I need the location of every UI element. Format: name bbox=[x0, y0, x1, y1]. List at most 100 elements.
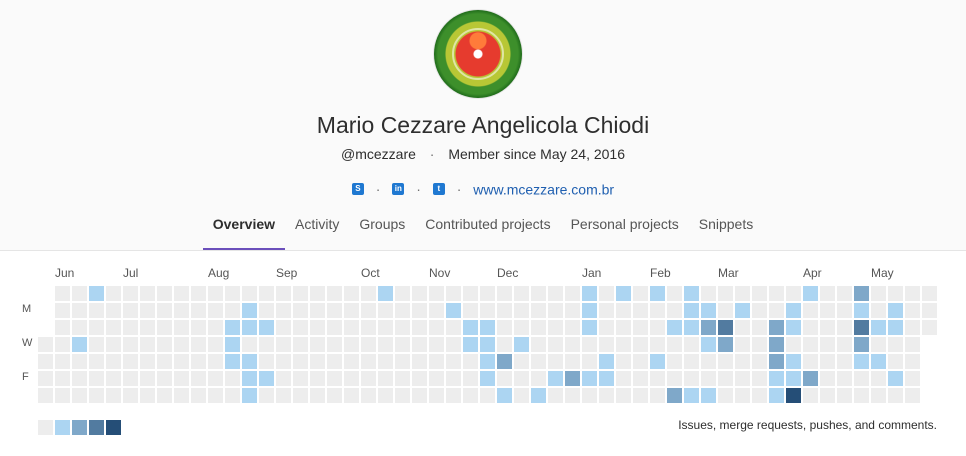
calendar-day-cell[interactable] bbox=[361, 303, 376, 318]
calendar-day-cell[interactable] bbox=[871, 303, 886, 318]
calendar-day-cell[interactable] bbox=[72, 320, 87, 335]
calendar-day-cell[interactable] bbox=[446, 354, 461, 369]
calendar-day-cell[interactable] bbox=[854, 388, 869, 403]
calendar-day-cell[interactable] bbox=[837, 303, 852, 318]
calendar-day-cell[interactable] bbox=[769, 371, 784, 386]
calendar-day-cell[interactable] bbox=[293, 371, 308, 386]
calendar-day-cell[interactable] bbox=[497, 303, 512, 318]
calendar-day-cell[interactable] bbox=[327, 286, 342, 301]
calendar-day-cell[interactable] bbox=[429, 337, 444, 352]
calendar-day-cell[interactable] bbox=[514, 286, 529, 301]
calendar-day-cell[interactable] bbox=[752, 371, 767, 386]
calendar-day-cell[interactable] bbox=[497, 371, 512, 386]
calendar-day-cell[interactable] bbox=[769, 388, 784, 403]
calendar-day-cell[interactable] bbox=[225, 286, 240, 301]
calendar-day-cell[interactable] bbox=[463, 303, 478, 318]
calendar-day-cell[interactable] bbox=[497, 286, 512, 301]
calendar-day-cell[interactable] bbox=[89, 337, 104, 352]
calendar-day-cell[interactable] bbox=[480, 303, 495, 318]
calendar-day-cell[interactable] bbox=[531, 337, 546, 352]
calendar-day-cell[interactable] bbox=[701, 354, 716, 369]
calendar-day-cell[interactable] bbox=[361, 371, 376, 386]
calendar-day-cell[interactable] bbox=[310, 320, 325, 335]
calendar-day-cell[interactable] bbox=[72, 303, 87, 318]
calendar-day-cell[interactable] bbox=[922, 286, 937, 301]
calendar-day-cell[interactable] bbox=[718, 303, 733, 318]
calendar-day-cell[interactable] bbox=[293, 388, 308, 403]
calendar-day-cell[interactable] bbox=[650, 371, 665, 386]
calendar-day-cell[interactable] bbox=[599, 388, 614, 403]
calendar-day-cell[interactable] bbox=[191, 371, 206, 386]
calendar-day-cell[interactable] bbox=[888, 371, 903, 386]
calendar-day-cell[interactable] bbox=[191, 354, 206, 369]
calendar-day-cell[interactable] bbox=[837, 354, 852, 369]
calendar-day-cell[interactable] bbox=[123, 371, 138, 386]
calendar-day-cell[interactable] bbox=[514, 388, 529, 403]
calendar-day-cell[interactable] bbox=[259, 303, 274, 318]
calendar-day-cell[interactable] bbox=[718, 320, 733, 335]
linkedin-icon[interactable]: in bbox=[392, 183, 405, 196]
calendar-day-cell[interactable] bbox=[701, 388, 716, 403]
calendar-day-cell[interactable] bbox=[803, 337, 818, 352]
calendar-day-cell[interactable] bbox=[735, 337, 750, 352]
calendar-day-cell[interactable] bbox=[89, 354, 104, 369]
calendar-day-cell[interactable] bbox=[599, 286, 614, 301]
calendar-day-cell[interactable] bbox=[242, 337, 257, 352]
calendar-day-cell[interactable] bbox=[854, 337, 869, 352]
calendar-day-cell[interactable] bbox=[480, 354, 495, 369]
calendar-day-cell[interactable] bbox=[191, 388, 206, 403]
calendar-day-cell[interactable] bbox=[72, 337, 87, 352]
calendar-day-cell[interactable] bbox=[497, 388, 512, 403]
calendar-day-cell[interactable] bbox=[548, 354, 563, 369]
calendar-day-cell[interactable] bbox=[871, 371, 886, 386]
calendar-day-cell[interactable] bbox=[735, 320, 750, 335]
calendar-day-cell[interactable] bbox=[140, 286, 155, 301]
calendar-day-cell[interactable] bbox=[55, 371, 70, 386]
calendar-day-cell[interactable] bbox=[803, 320, 818, 335]
calendar-day-cell[interactable] bbox=[888, 388, 903, 403]
calendar-day-cell[interactable] bbox=[786, 337, 801, 352]
calendar-day-cell[interactable] bbox=[123, 320, 138, 335]
calendar-day-cell[interactable] bbox=[616, 371, 631, 386]
calendar-day-cell[interactable] bbox=[72, 371, 87, 386]
calendar-day-cell[interactable] bbox=[378, 337, 393, 352]
calendar-day-cell[interactable] bbox=[55, 320, 70, 335]
calendar-day-cell[interactable] bbox=[735, 286, 750, 301]
twitter-icon[interactable]: t bbox=[432, 183, 445, 196]
calendar-day-cell[interactable] bbox=[225, 337, 240, 352]
calendar-day-cell[interactable] bbox=[633, 303, 648, 318]
tab-contributed-projects[interactable]: Contributed projects bbox=[415, 212, 560, 246]
skype-icon[interactable]: S bbox=[351, 183, 364, 196]
calendar-day-cell[interactable] bbox=[650, 320, 665, 335]
calendar-day-cell[interactable] bbox=[293, 320, 308, 335]
calendar-day-cell[interactable] bbox=[242, 354, 257, 369]
calendar-day-cell[interactable] bbox=[446, 303, 461, 318]
calendar-day-cell[interactable] bbox=[463, 388, 478, 403]
calendar-day-cell[interactable] bbox=[242, 320, 257, 335]
calendar-day-cell[interactable] bbox=[803, 286, 818, 301]
calendar-day-cell[interactable] bbox=[820, 303, 835, 318]
calendar-day-cell[interactable] bbox=[174, 388, 189, 403]
calendar-day-cell[interactable] bbox=[429, 286, 444, 301]
calendar-day-cell[interactable] bbox=[378, 354, 393, 369]
calendar-day-cell[interactable] bbox=[395, 286, 410, 301]
calendar-day-cell[interactable] bbox=[905, 337, 920, 352]
calendar-day-cell[interactable] bbox=[208, 388, 223, 403]
calendar-day-cell[interactable] bbox=[208, 337, 223, 352]
calendar-day-cell[interactable] bbox=[565, 388, 580, 403]
calendar-day-cell[interactable] bbox=[208, 286, 223, 301]
calendar-day-cell[interactable] bbox=[157, 286, 172, 301]
calendar-day-cell[interactable] bbox=[837, 286, 852, 301]
calendar-day-cell[interactable] bbox=[599, 303, 614, 318]
calendar-day-cell[interactable] bbox=[276, 337, 291, 352]
calendar-day-cell[interactable] bbox=[854, 354, 869, 369]
calendar-day-cell[interactable] bbox=[854, 286, 869, 301]
calendar-day-cell[interactable] bbox=[89, 371, 104, 386]
calendar-day-cell[interactable] bbox=[599, 371, 614, 386]
calendar-day-cell[interactable] bbox=[259, 388, 274, 403]
calendar-day-cell[interactable] bbox=[531, 320, 546, 335]
calendar-day-cell[interactable] bbox=[701, 371, 716, 386]
calendar-day-cell[interactable] bbox=[429, 371, 444, 386]
calendar-day-cell[interactable] bbox=[72, 286, 87, 301]
calendar-day-cell[interactable] bbox=[106, 320, 121, 335]
